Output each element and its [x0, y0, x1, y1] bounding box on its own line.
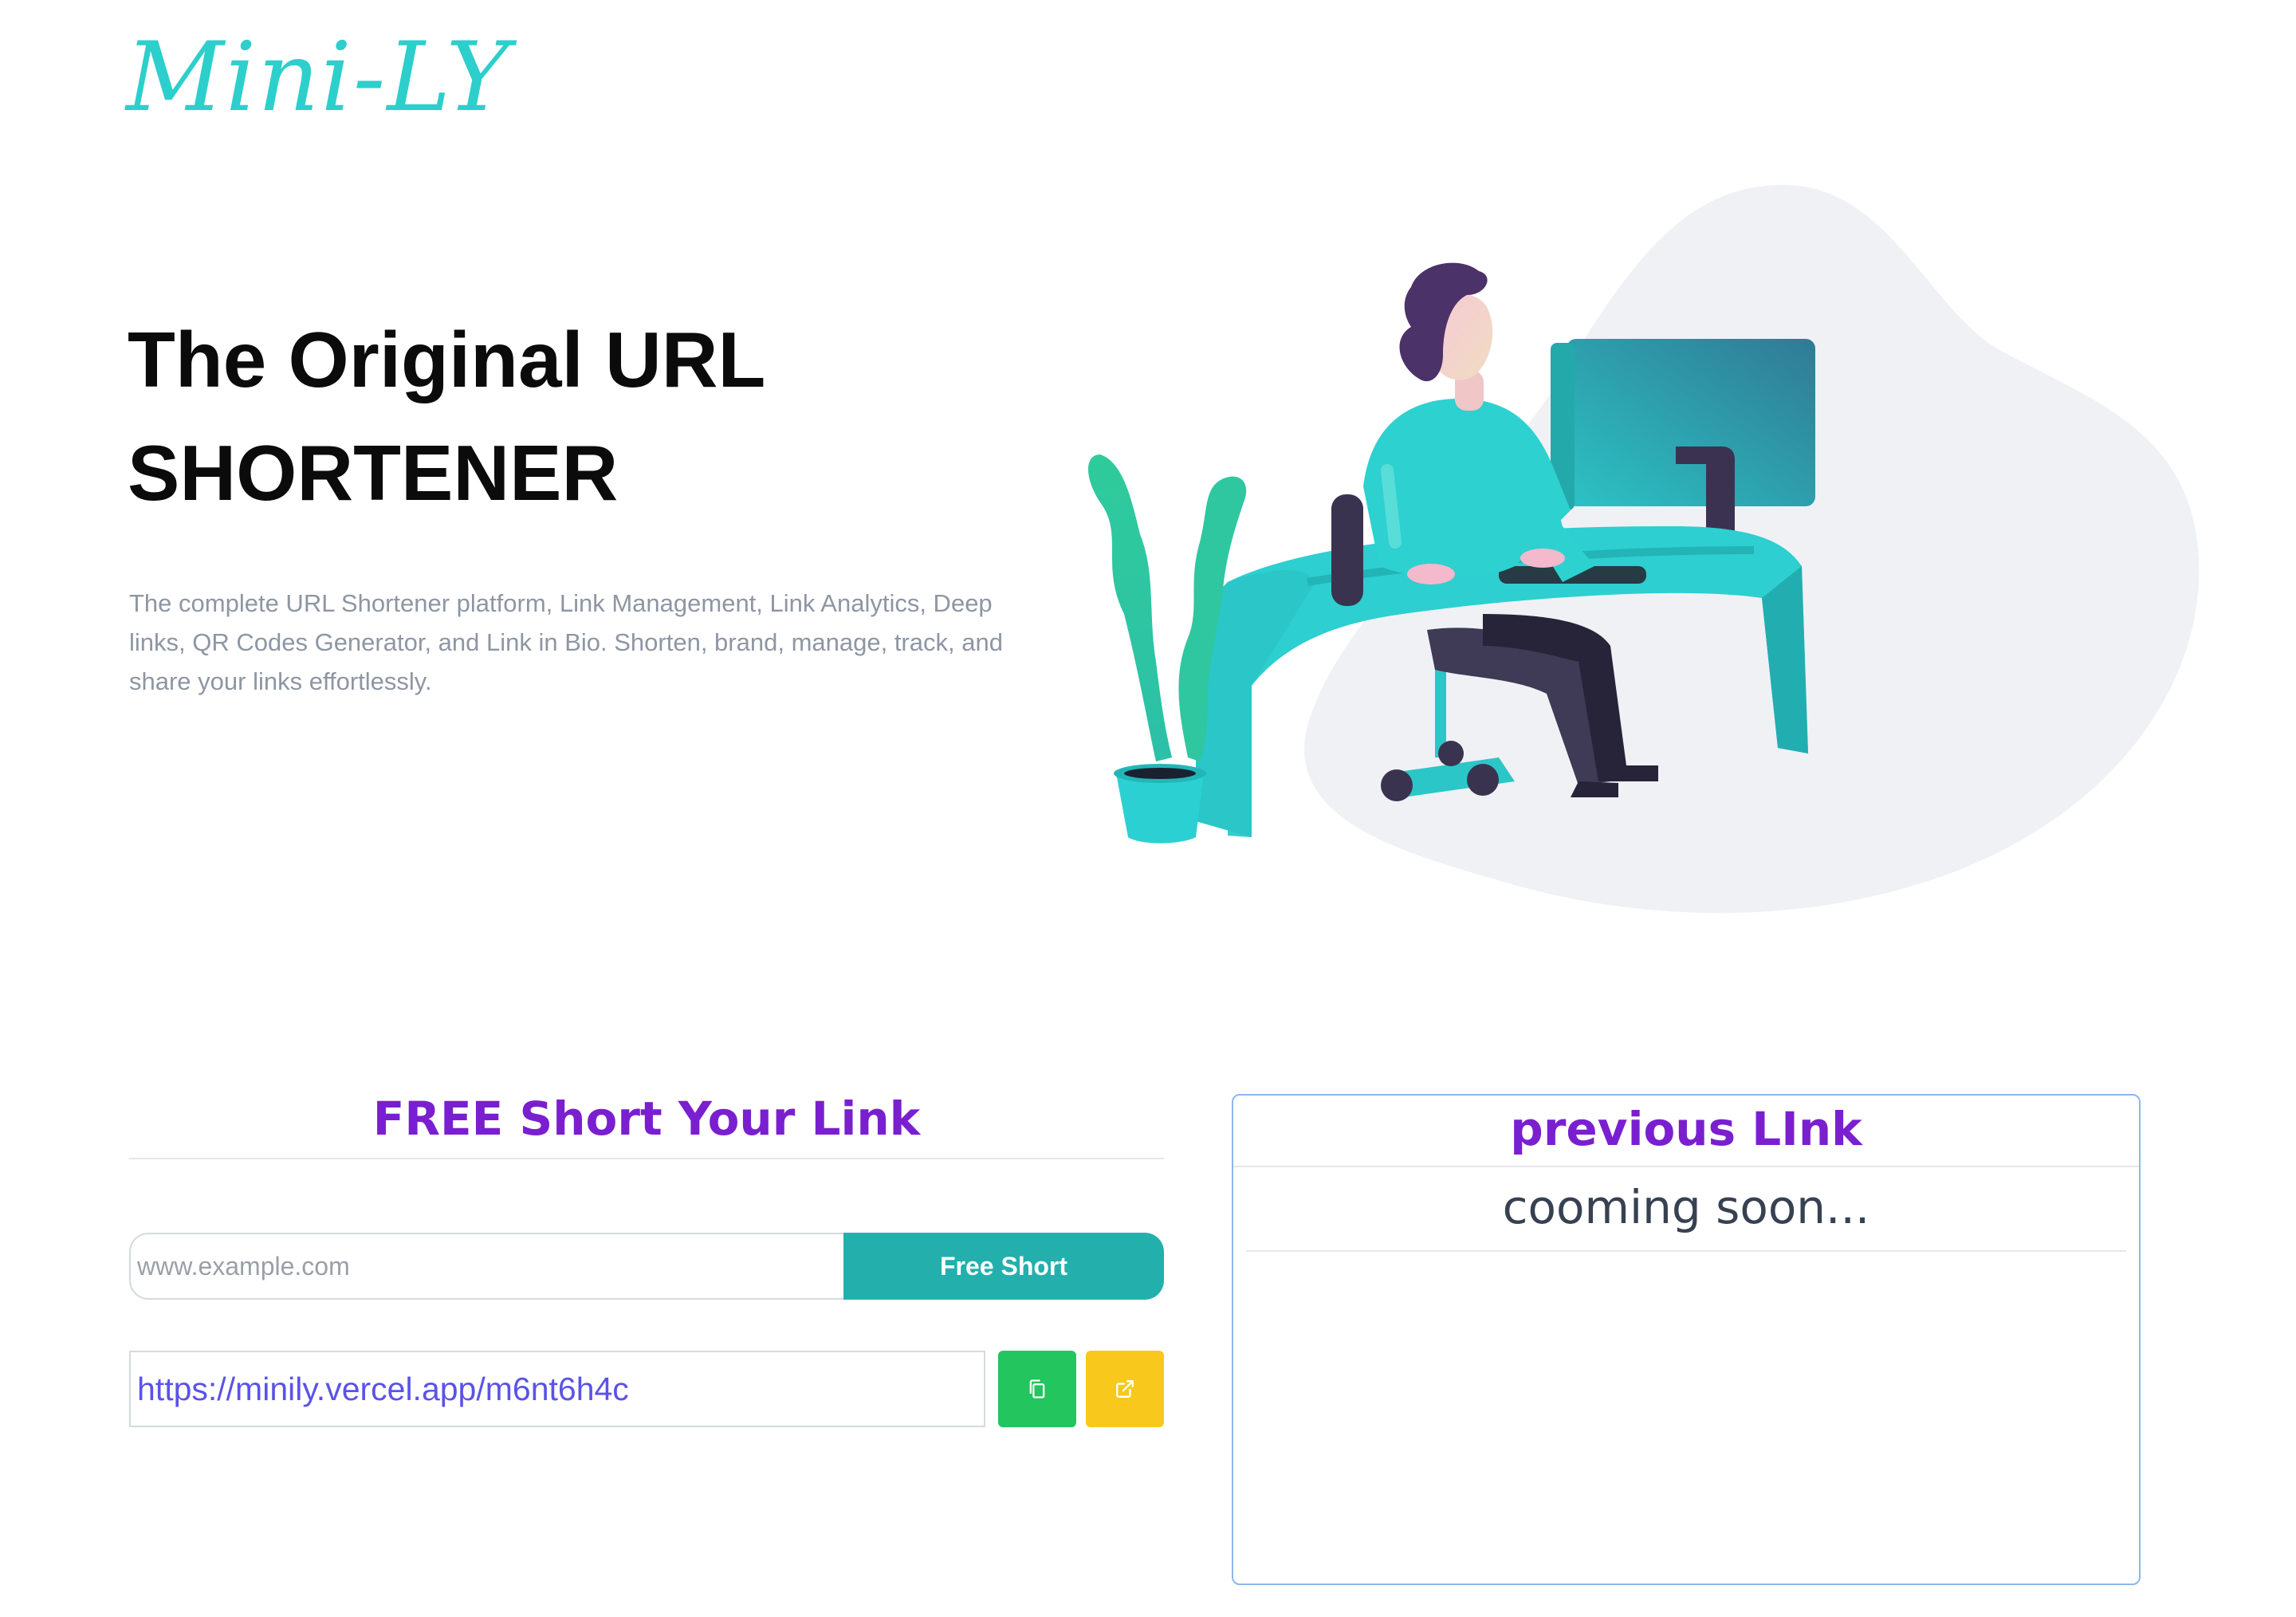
- brand-logo[interactable]: Mini-LY: [126, 30, 511, 126]
- hero-illustration: [1088, 184, 2200, 914]
- shortener-panel: FREE Short Your Link Free Short https://…: [129, 1083, 1164, 1427]
- copy-button[interactable]: [998, 1351, 1076, 1427]
- hero-title: The Original URL SHORTENER: [128, 303, 1005, 529]
- free-short-button[interactable]: Free Short: [843, 1233, 1164, 1300]
- page: Mini-LY The Original URL SHORTENER The c…: [0, 0, 2296, 1617]
- shortener-form: Free Short: [129, 1233, 1164, 1300]
- coming-soon-divider: [1246, 1250, 2126, 1252]
- coming-soon-text: cooming soon...: [1502, 1180, 1870, 1234]
- shortener-heading: FREE Short Your Link: [372, 1092, 921, 1146]
- open-link-button[interactable]: [1086, 1351, 1164, 1427]
- copy-icon: [1029, 1379, 1045, 1399]
- previous-links-heading: previous LInk: [1510, 1102, 1862, 1156]
- short-link-output[interactable]: https://minily.vercel.app/m6nt6h4c: [129, 1351, 985, 1427]
- hero-title-line-1: The Original URL: [128, 316, 766, 403]
- result-row: https://minily.vercel.app/m6nt6h4c: [129, 1351, 1164, 1427]
- shortener-divider: [129, 1158, 1164, 1159]
- previous-links-panel: previous LInk cooming soon...: [1232, 1094, 2141, 1585]
- hero-title-line-2: SHORTENER: [128, 429, 619, 517]
- url-input[interactable]: [129, 1233, 843, 1300]
- hero-description: The complete URL Shortener platform, Lin…: [129, 589, 1003, 695]
- external-link-icon: [1116, 1380, 1134, 1398]
